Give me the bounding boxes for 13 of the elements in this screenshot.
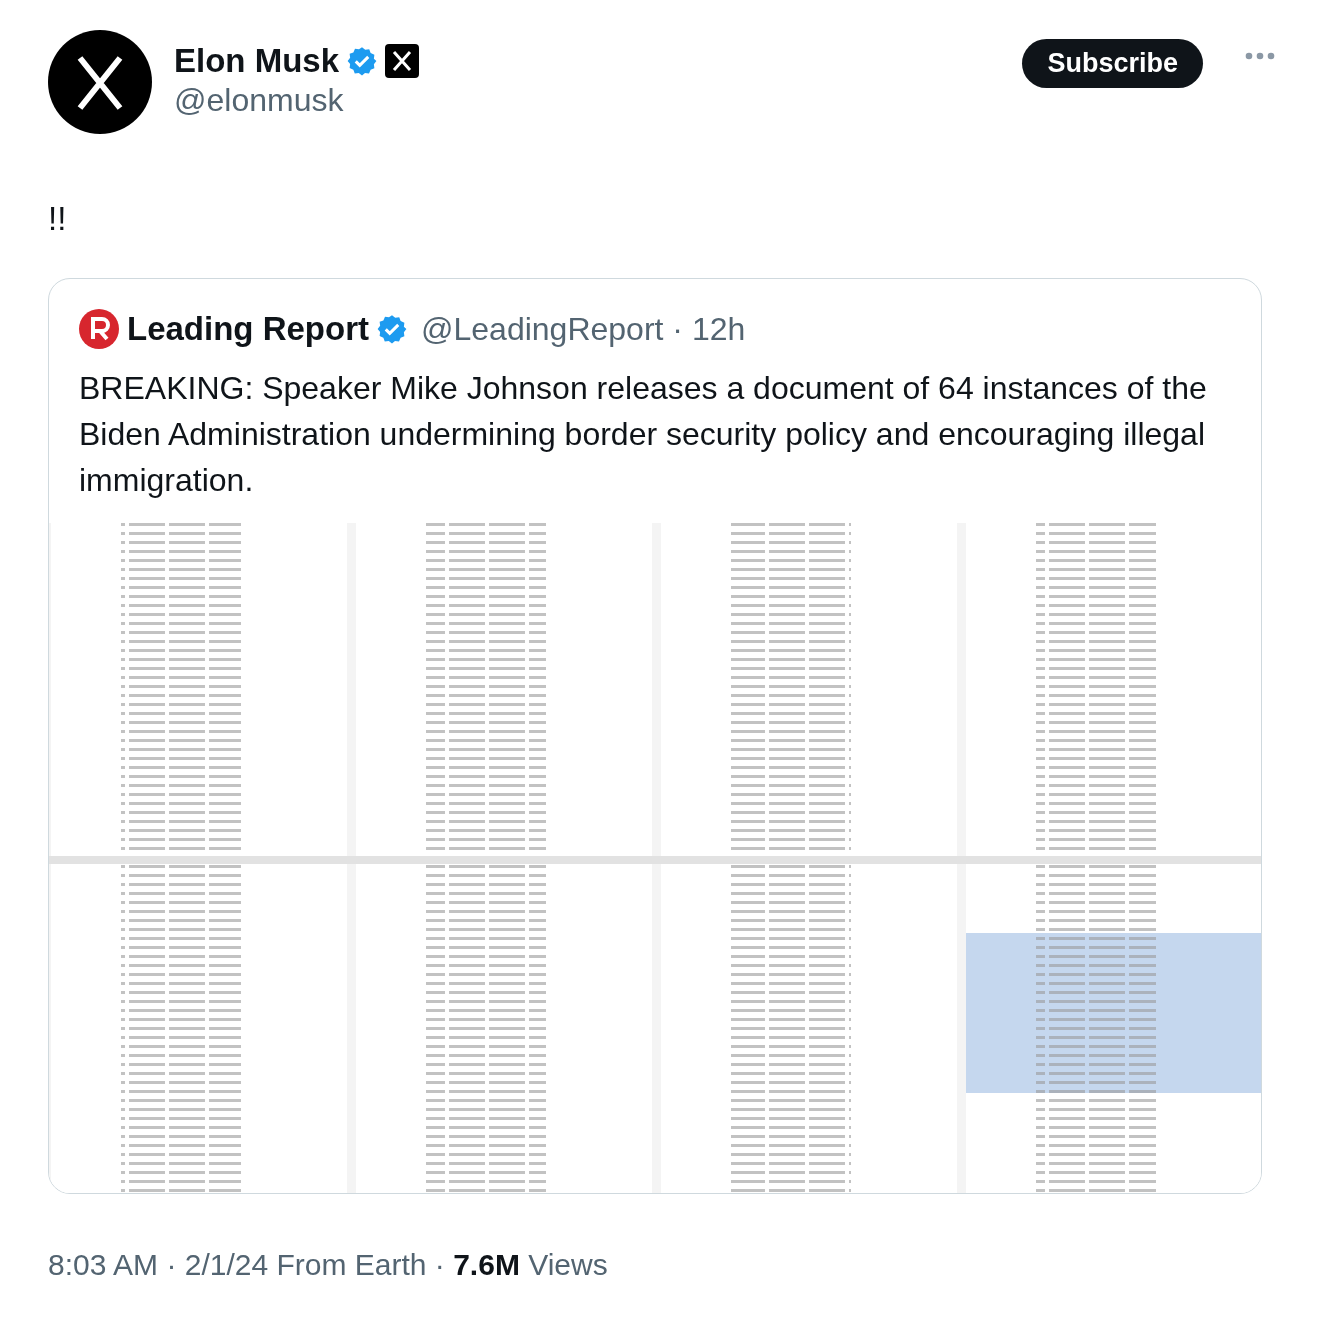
subscribe-button[interactable]: Subscribe	[1022, 39, 1203, 88]
logo-icon	[79, 309, 119, 349]
avatar[interactable]	[48, 30, 152, 134]
quote-text: BREAKING: Speaker Mike Johnson releases a document of 64 instances of the Biden Administration undermining border security policy and encouraging illegal immigration.	[78, 369, 1208, 500]
quote-author-meta[interactable]: @LeadingReport · 12h	[421, 310, 746, 348]
more-icon[interactable]	[1245, 52, 1275, 60]
x-logo-icon	[385, 44, 420, 78]
author-name[interactable]: Elon Musk	[174, 42, 340, 80]
quote-author-name[interactable]: Leading Report	[127, 310, 369, 348]
tweet-meta: 8:03 AM · 2/1/24 From Earth · 7.6M Views	[48, 1248, 609, 1282]
author-handle[interactable]: @elonmusk	[174, 82, 1001, 119]
tweet-text: !!	[48, 200, 67, 237]
quote-card[interactable]	[48, 278, 1262, 1194]
